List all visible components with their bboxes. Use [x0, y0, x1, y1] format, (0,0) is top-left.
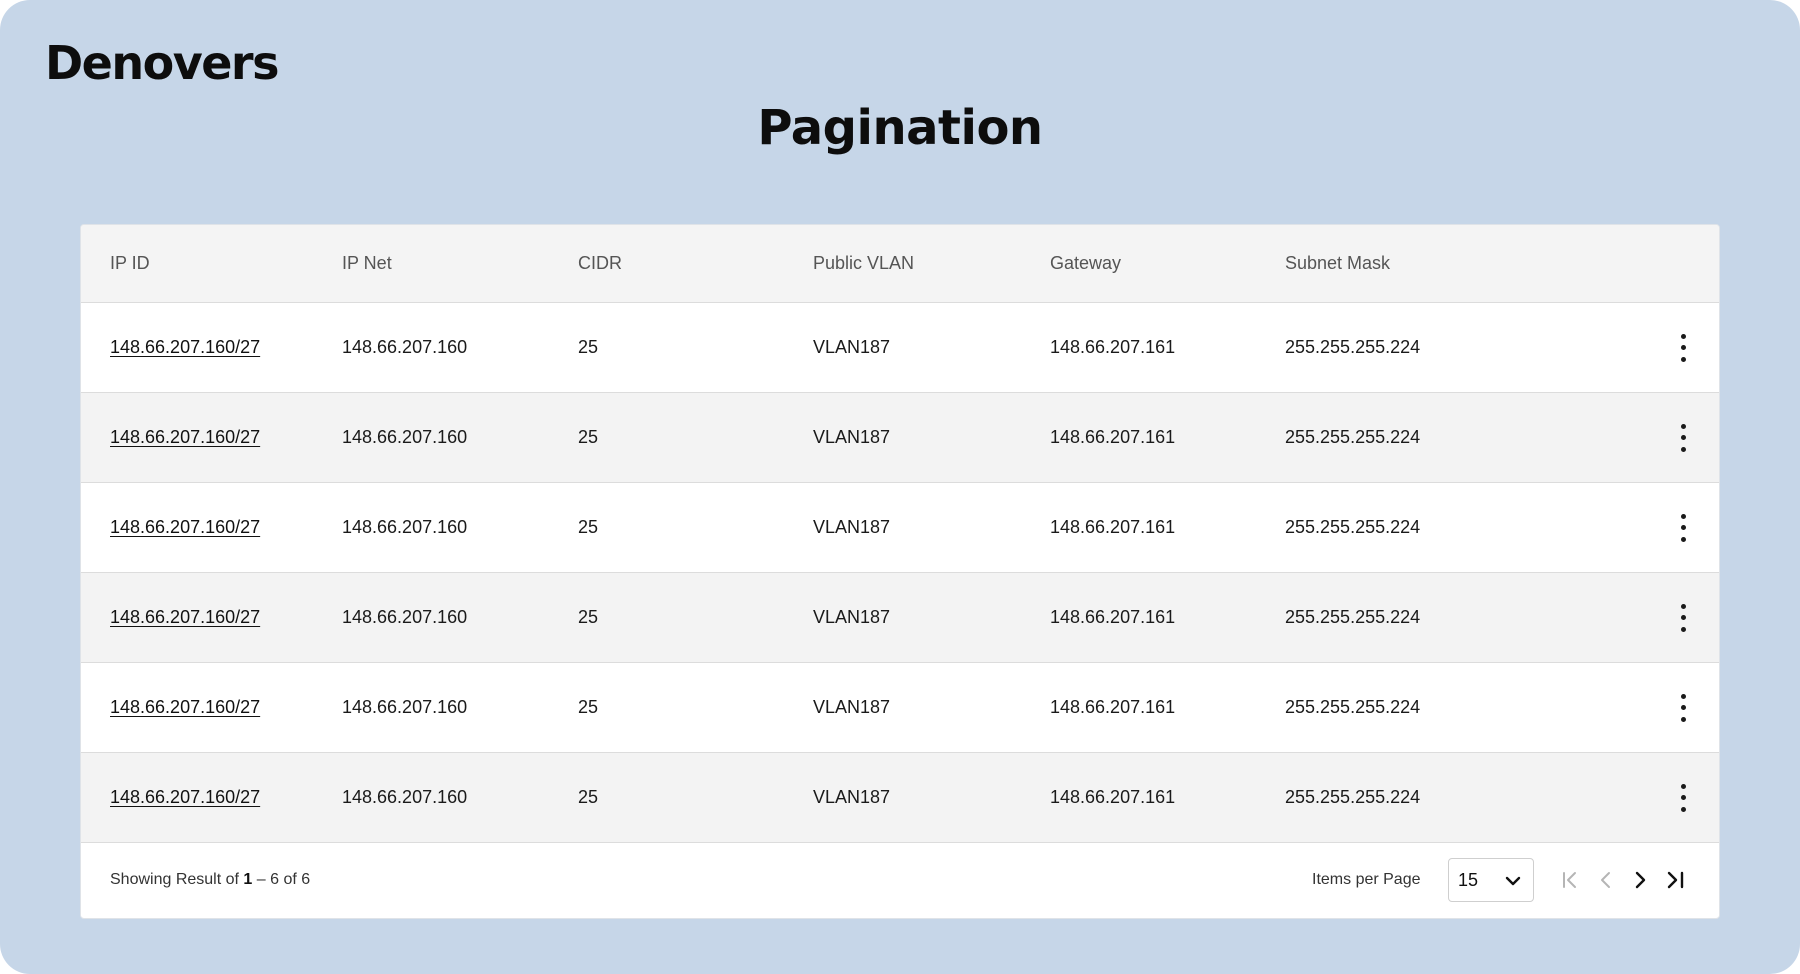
page-canvas: Denovers Pagination IP ID IP Net CIDR Pu… [0, 0, 1800, 974]
next-page-icon[interactable] [1628, 868, 1652, 892]
kebab-menu-icon[interactable] [1673, 783, 1693, 812]
ip-id-link[interactable]: 148.66.207.160/27 [110, 337, 260, 358]
vlan-cell: VLAN187 [813, 427, 891, 447]
kebab-menu-icon[interactable] [1673, 423, 1693, 452]
cidr-cell: 25 [578, 427, 599, 447]
items-per-page-select[interactable]: 15 [1448, 858, 1534, 902]
table-row: 148.66.207.160/27 148.66.207.160 25 VLAN… [81, 303, 1719, 393]
table-row: 148.66.207.160/27 148.66.207.160 25 VLAN… [81, 753, 1719, 843]
ip-net-cell: 148.66.207.160 [342, 787, 468, 807]
previous-page-icon[interactable] [1594, 868, 1618, 892]
chevron-down-icon [1505, 870, 1521, 891]
ip-id-link[interactable]: 148.66.207.160/27 [110, 787, 260, 808]
column-header-cidr: CIDR [578, 253, 622, 273]
last-page-icon[interactable] [1664, 868, 1688, 892]
pagination-footer: Showing Result of 1 – 6 of 6 Items per P… [81, 843, 1719, 917]
cidr-cell: 25 [578, 607, 599, 627]
vlan-cell: VLAN187 [813, 337, 891, 357]
ip-id-link[interactable]: 148.66.207.160/27 [110, 427, 260, 448]
gateway-cell: 148.66.207.161 [1050, 697, 1176, 717]
items-per-page-label: Items per Page [1312, 871, 1421, 888]
first-page-icon[interactable] [1559, 868, 1583, 892]
ip-table-card: IP ID IP Net CIDR Public VLAN Gateway Su… [80, 224, 1720, 919]
table-row: 148.66.207.160/27 148.66.207.160 25 VLAN… [81, 663, 1719, 753]
table-row: 148.66.207.160/27 148.66.207.160 25 VLAN… [81, 483, 1719, 573]
vlan-cell: VLAN187 [813, 697, 891, 717]
cidr-cell: 25 [578, 697, 599, 717]
subnet-mask-cell: 255.255.255.224 [1285, 337, 1421, 357]
column-header-gateway: Gateway [1050, 253, 1122, 273]
column-header-ip-id: IP ID [110, 253, 150, 273]
kebab-menu-icon[interactable] [1673, 603, 1693, 632]
gateway-cell: 148.66.207.161 [1050, 337, 1176, 357]
cidr-cell: 25 [578, 787, 599, 807]
subnet-mask-cell: 255.255.255.224 [1285, 607, 1421, 627]
kebab-menu-icon[interactable] [1673, 513, 1693, 542]
gateway-cell: 148.66.207.161 [1050, 787, 1176, 807]
cidr-cell: 25 [578, 337, 599, 357]
subnet-mask-cell: 255.255.255.224 [1285, 697, 1421, 717]
column-header-subnet-mask: Subnet Mask [1285, 253, 1391, 273]
ip-net-cell: 148.66.207.160 [342, 517, 468, 537]
table-row: 148.66.207.160/27 148.66.207.160 25 VLAN… [81, 573, 1719, 663]
gateway-cell: 148.66.207.161 [1050, 427, 1176, 447]
subnet-mask-cell: 255.255.255.224 [1285, 427, 1421, 447]
vlan-cell: VLAN187 [813, 517, 891, 537]
kebab-menu-icon[interactable] [1673, 333, 1693, 362]
ip-net-cell: 148.66.207.160 [342, 697, 468, 717]
result-start: 1 [243, 871, 253, 888]
result-prefix: Showing Result of [110, 871, 244, 888]
brand-logo: Denovers [45, 36, 279, 90]
items-per-page-value: 15 [1458, 869, 1479, 890]
result-suffix: – 6 of 6 [252, 871, 311, 888]
vlan-cell: VLAN187 [813, 607, 891, 627]
ip-net-cell: 148.66.207.160 [342, 337, 468, 357]
table-header-row: IP ID IP Net CIDR Public VLAN Gateway Su… [81, 225, 1719, 303]
vlan-cell: VLAN187 [813, 787, 891, 807]
column-header-ip-net: IP Net [342, 253, 392, 273]
result-summary: Showing Result of 1 – 6 of 6 [110, 871, 310, 889]
cidr-cell: 25 [578, 517, 599, 537]
table-row: 148.66.207.160/27 148.66.207.160 25 VLAN… [81, 393, 1719, 483]
ip-net-cell: 148.66.207.160 [342, 427, 468, 447]
ip-net-cell: 148.66.207.160 [342, 607, 468, 627]
subnet-mask-cell: 255.255.255.224 [1285, 517, 1421, 537]
column-header-public-vlan: Public VLAN [813, 253, 915, 273]
gateway-cell: 148.66.207.161 [1050, 607, 1176, 627]
ip-id-link[interactable]: 148.66.207.160/27 [110, 697, 260, 718]
gateway-cell: 148.66.207.161 [1050, 517, 1176, 537]
page-title: Pagination [757, 100, 1043, 156]
subnet-mask-cell: 255.255.255.224 [1285, 787, 1421, 807]
ip-id-link[interactable]: 148.66.207.160/27 [110, 517, 260, 538]
ip-id-link[interactable]: 148.66.207.160/27 [110, 607, 260, 628]
kebab-menu-icon[interactable] [1673, 693, 1693, 722]
